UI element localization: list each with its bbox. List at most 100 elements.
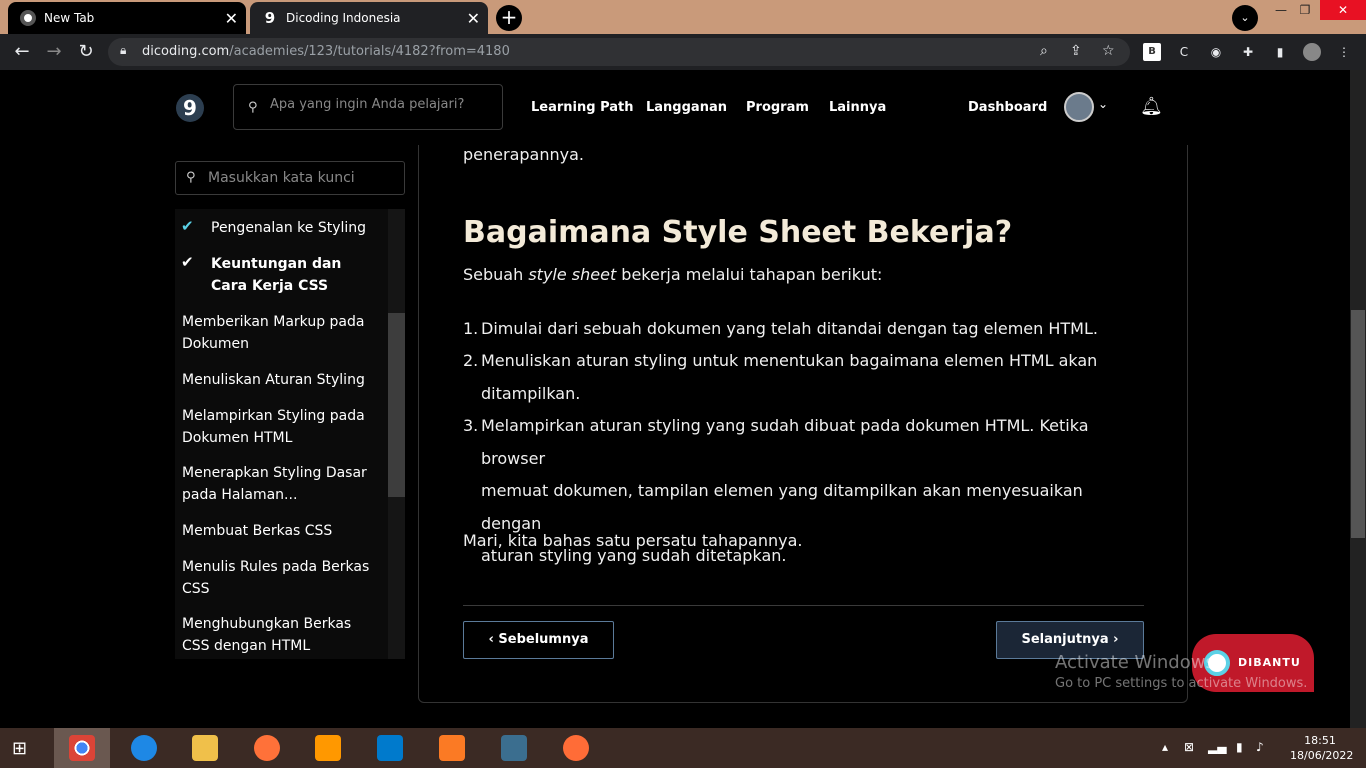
step-number: 1. bbox=[463, 319, 479, 338]
site-search-input[interactable] bbox=[270, 97, 490, 112]
extension-c-icon[interactable]: C bbox=[1175, 43, 1193, 61]
nav-program[interactable]: Program bbox=[746, 100, 809, 115]
tab-title: New Tab bbox=[44, 11, 95, 25]
lock-icon: 🔒︎ bbox=[120, 43, 127, 57]
module-list: ✔ Pengenalan ke Styling ✔ Keuntungan dan… bbox=[175, 209, 405, 659]
notification-bell-icon[interactable]: 🔔︎ bbox=[1140, 96, 1163, 117]
sidebar-item-melampirkan[interactable]: Melampirkan Styling pada Dokumen HTML bbox=[182, 405, 382, 449]
tab-new-tab[interactable]: New Tab ✕ bbox=[8, 2, 246, 34]
sidebar-item-pengenalan[interactable]: Pengenalan ke Styling bbox=[211, 217, 381, 239]
step-line: ditampilkan. bbox=[481, 383, 581, 403]
step-line: Melampirkan aturan styling yang sudah di… bbox=[481, 416, 1089, 468]
module-search-box[interactable]: ⚲ bbox=[175, 161, 405, 195]
forward-icon[interactable]: → bbox=[42, 40, 66, 64]
firefox-icon bbox=[254, 735, 280, 761]
chevron-down-icon[interactable]: ⌄ bbox=[1098, 97, 1108, 111]
close-window-button[interactable]: ✕ bbox=[1320, 0, 1366, 20]
chevron-right-icon: › bbox=[1108, 632, 1119, 647]
step-item: 1. Dimulai dari sebuah dokumen yang tela… bbox=[463, 313, 1136, 346]
check-icon: ✔ bbox=[181, 217, 194, 235]
search-icon: ⚲ bbox=[248, 100, 258, 115]
chrome-icon bbox=[20, 10, 36, 26]
divider bbox=[463, 605, 1144, 606]
close-tab-icon[interactable]: ✕ bbox=[467, 9, 480, 28]
extension-b-icon[interactable]: B bbox=[1143, 43, 1161, 61]
intro-emphasis: style sheet bbox=[528, 265, 617, 284]
new-tab-button[interactable]: + bbox=[496, 5, 522, 31]
user-avatar[interactable] bbox=[1064, 92, 1094, 122]
profile-avatar-icon[interactable] bbox=[1303, 43, 1321, 61]
tab-title: Dicoding Indonesia bbox=[286, 11, 401, 25]
dibantu-label: DIBANTU bbox=[1238, 656, 1301, 669]
tray-chevron-up-icon[interactable]: ▴ bbox=[1162, 740, 1168, 754]
bookmark-star-icon[interactable]: ☆ bbox=[1102, 43, 1115, 59]
scrollbar-thumb[interactable] bbox=[388, 313, 405, 497]
nav-dashboard[interactable]: Dashboard bbox=[968, 100, 1047, 115]
taskbar-mysql-workbench[interactable] bbox=[486, 728, 542, 768]
taskbar-xampp[interactable] bbox=[424, 728, 480, 768]
nav-learning-path[interactable]: Learning Path bbox=[531, 100, 634, 115]
edge-icon bbox=[131, 735, 157, 761]
previous-button[interactable]: ‹ Sebelumnya bbox=[463, 621, 614, 659]
back-icon[interactable]: ← bbox=[10, 40, 34, 64]
tray-battery-icon[interactable]: ▮ bbox=[1236, 740, 1243, 754]
step-line: Menuliskan aturan styling untuk menentuk… bbox=[481, 351, 1098, 370]
system-clock[interactable]: 18:51 18/06/2022 bbox=[1290, 733, 1353, 763]
sidebar-item-markup[interactable]: Memberikan Markup pada Dokumen bbox=[182, 311, 382, 355]
share-icon[interactable]: ⇪ bbox=[1070, 43, 1082, 59]
scrollbar-thumb[interactable] bbox=[1351, 310, 1365, 538]
side-panel-icon[interactable]: ▮ bbox=[1271, 43, 1289, 61]
module-list-scrollbar[interactable] bbox=[388, 209, 405, 659]
zoom-icon[interactable]: ⌕ bbox=[1040, 43, 1048, 59]
dicoding-logo[interactable]: 9 bbox=[176, 94, 204, 122]
sidebar-item-membuat[interactable]: Membuat Berkas CSS bbox=[182, 520, 382, 542]
close-tab-icon[interactable]: ✕ bbox=[225, 9, 238, 28]
page-scrollbar[interactable] bbox=[1350, 70, 1366, 728]
taskbar-postman[interactable] bbox=[548, 728, 604, 768]
sidebar-item-aturan[interactable]: Menuliskan Aturan Styling bbox=[182, 369, 382, 391]
search-icon: ⚲ bbox=[186, 170, 196, 185]
nav-langganan[interactable]: Langganan bbox=[646, 100, 727, 115]
xampp-icon bbox=[439, 735, 465, 761]
intro-paragraph: Sebuah style sheet bekerja melalui tahap… bbox=[463, 265, 882, 284]
mysql-workbench-icon bbox=[501, 735, 527, 761]
next-label: Selanjutnya bbox=[1021, 632, 1109, 647]
step-line: Dimulai dari sebuah dokumen yang telah d… bbox=[481, 319, 1098, 338]
taskbar-firefox[interactable] bbox=[239, 728, 295, 768]
windows-taskbar: ⊞ ▴ ⊠ ▂▄ ▮ ♪ 18:51 18/06/2022 bbox=[0, 728, 1366, 768]
sidebar-item-menerapkan[interactable]: Menerapkan Styling Dasar pada Halaman... bbox=[182, 462, 382, 506]
nav-lainnya[interactable]: Lainnya bbox=[829, 100, 886, 115]
sidebar-item-rules[interactable]: Menulis Rules pada Berkas CSS bbox=[182, 556, 382, 600]
tray-signal-icon[interactable]: ▂▄ bbox=[1208, 740, 1226, 754]
taskbar-sublime[interactable] bbox=[300, 728, 356, 768]
tray-network-icon[interactable]: ⊠ bbox=[1184, 740, 1194, 754]
taskbar-edge[interactable] bbox=[116, 728, 172, 768]
tab-dicoding[interactable]: 9 Dicoding Indonesia ✕ bbox=[250, 2, 488, 34]
step-item: 2. Menuliskan aturan styling untuk menen… bbox=[463, 345, 1136, 410]
postman-icon bbox=[563, 735, 589, 761]
tray-volume-icon[interactable]: ♪ bbox=[1256, 740, 1264, 754]
tab-search-chevron-icon[interactable]: ⌄ bbox=[1232, 5, 1258, 31]
url-path: /academies/123/tutorials/4182?from=4180 bbox=[229, 44, 510, 59]
site-search-box[interactable]: ⚲ bbox=[233, 84, 503, 130]
module-search-input[interactable] bbox=[208, 170, 398, 186]
sidebar-item-keuntungan[interactable]: Keuntungan dan Cara Kerja CSS bbox=[211, 253, 381, 297]
menu-kebab-icon[interactable]: ⋮ bbox=[1335, 43, 1353, 61]
extension-eyes-icon[interactable]: ◉ bbox=[1207, 43, 1225, 61]
reload-icon[interactable]: ↻ bbox=[74, 40, 98, 64]
address-bar[interactable]: 🔒︎ dicoding.com/academies/123/tutorials/… bbox=[108, 38, 1130, 66]
taskbar-file-explorer[interactable] bbox=[177, 728, 233, 768]
sidebar-item-menghubungkan[interactable]: Menghubungkan Berkas CSS dengan HTML bbox=[182, 613, 382, 657]
taskbar-vscode[interactable] bbox=[362, 728, 418, 768]
outro-paragraph: Mari, kita bahas satu persatu tahapannya… bbox=[463, 531, 803, 550]
url-text[interactable]: dicoding.com/academies/123/tutorials/418… bbox=[142, 44, 510, 59]
clock-time: 18:51 bbox=[1304, 734, 1336, 747]
chrome-icon bbox=[69, 735, 95, 761]
taskbar-chrome[interactable] bbox=[54, 728, 110, 768]
windows-start-icon[interactable]: ⊞ bbox=[12, 738, 38, 759]
activate-windows-title: Activate Windows bbox=[1055, 652, 1215, 673]
step-number: 3. bbox=[463, 416, 479, 435]
extensions-puzzle-icon[interactable]: ✚ bbox=[1239, 43, 1257, 61]
previous-label: Sebelumnya bbox=[498, 632, 589, 647]
section-heading: Bagaimana Style Sheet Bekerja? bbox=[463, 215, 1013, 250]
